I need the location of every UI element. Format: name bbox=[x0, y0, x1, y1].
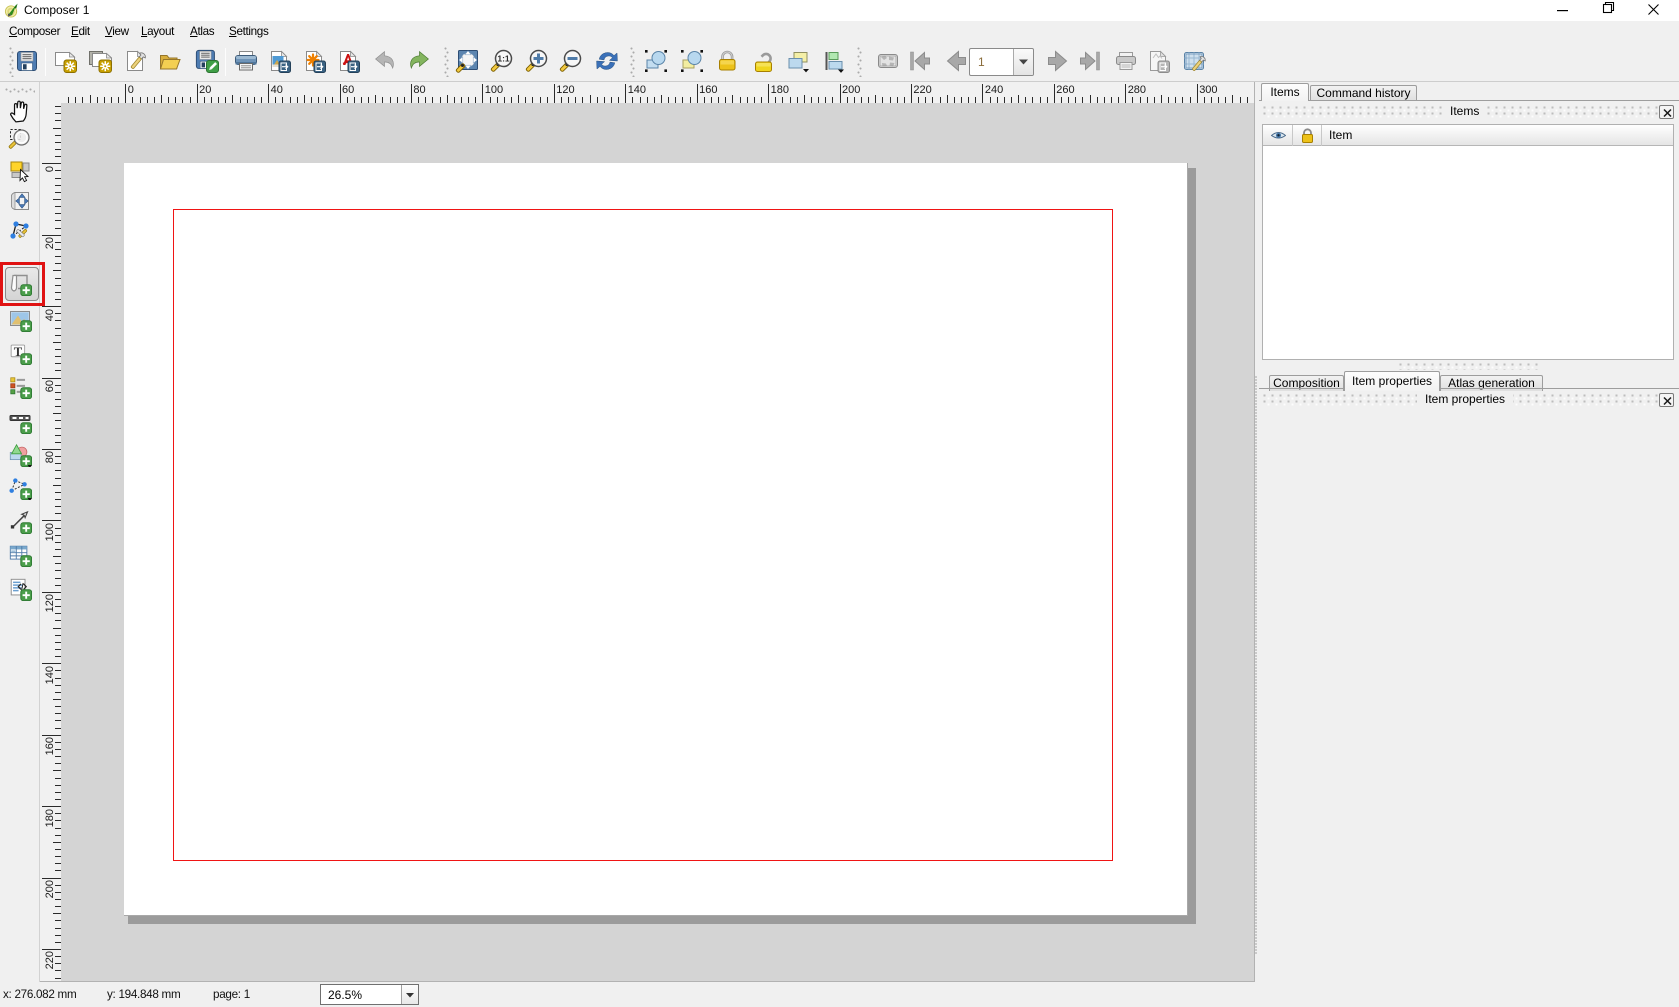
svg-text:1:1: 1:1 bbox=[497, 54, 510, 64]
